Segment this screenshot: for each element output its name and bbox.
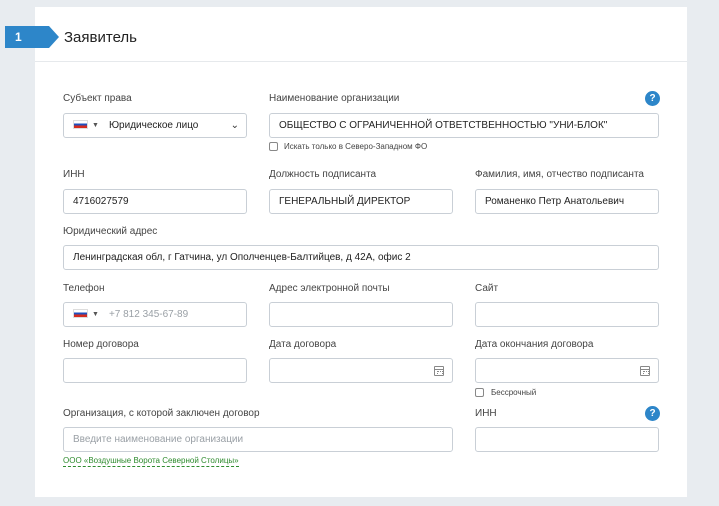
contract-end-date-label: Дата окончания договора [475,339,594,350]
signer-position-input[interactable]: ГЕНЕРАЛЬНЫЙ ДИРЕКТОР [269,189,453,214]
contract-date-label: Дата договора [269,339,337,350]
russia-flag-icon [73,120,88,129]
signer-position-label: Должность подписанта [269,169,377,180]
russia-flag-icon [73,309,88,318]
applicant-card: 1 Заявитель Субъект права ▼ Юридическое л… [5,7,687,497]
section-title: Заявитель [64,29,137,46]
indefinite-checkbox[interactable] [475,388,484,397]
contract-org-inn-label: ИНН [475,408,497,419]
inn-input[interactable]: 4716027579 [63,189,247,214]
contract-date-input[interactable] [269,358,453,383]
signer-name-input[interactable]: Романенко Петр Анатольевич [475,189,659,214]
site-input[interactable] [475,302,659,327]
north-west-checkbox[interactable] [269,142,278,151]
subject-label: Субъект права [63,93,132,104]
section-header: 1 Заявитель [5,7,687,62]
caret-down-icon: ▼ [92,311,99,318]
contract-org-input[interactable]: Введите наименование организации [63,427,453,452]
contract-org-label: Организация, с которой заключен договор [63,408,260,419]
inn-label: ИНН [63,169,85,180]
north-west-checkbox-label: Искать только в Северо-Западном ФО [284,142,428,151]
contract-number-input[interactable] [63,358,247,383]
org-name-label: Наименование организации [269,93,400,104]
legal-address-input[interactable]: Ленинградская обл, г Гатчина, ул Ополчен… [63,245,659,270]
email-label: Адрес электронной почты [269,283,390,294]
subject-select[interactable]: ▼ Юридическое лицо ⌄ [63,113,247,138]
legal-address-label: Юридический адрес [63,226,158,237]
chevron-down-icon: ⌄ [230,120,239,131]
indefinite-checkbox-label: Бессрочный [491,388,537,397]
signer-name-label: Фамилия, имя, отчество подписанта [475,169,644,180]
caret-down-icon: ▼ [92,122,99,129]
contract-org-suggestion-link[interactable]: ООО «Воздушные Ворота Северной Столицы» [63,456,239,467]
phone-label: Телефон [63,283,105,294]
phone-input[interactable]: ▼ +7 812 345-67-89 [63,302,247,327]
org-name-input[interactable]: ОБЩЕСТВО С ОГРАНИЧЕННОЙ ОТВЕТСТВЕННОСТЬЮ… [269,113,659,138]
contract-org-inn-input[interactable] [475,427,659,452]
calendar-icon[interactable] [640,366,650,376]
step-number-badge: 1 [5,26,59,48]
phone-placeholder: +7 812 345-67-89 [108,309,189,321]
site-label: Сайт [475,283,499,294]
calendar-icon[interactable] [434,366,444,376]
help-icon[interactable]: ? [645,91,660,106]
help-icon[interactable]: ? [645,406,660,421]
contract-number-label: Номер договора [63,339,139,350]
subject-value: Юридическое лицо [108,120,199,132]
contract-end-date-input[interactable] [475,358,659,383]
email-input[interactable] [269,302,453,327]
